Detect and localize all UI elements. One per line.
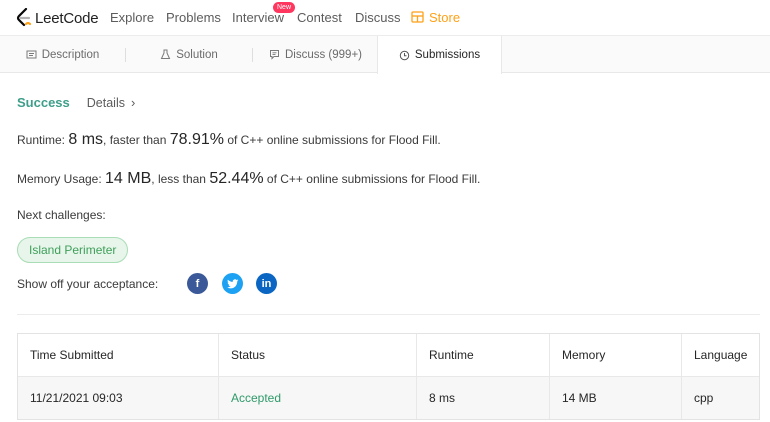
problem-tabs: Description Solution Discuss (999+) Subm… [0, 36, 770, 74]
linkedin-icon[interactable]: in [256, 273, 277, 294]
tab-discuss[interactable]: Discuss (999+) [253, 36, 378, 73]
status-success: Success [17, 95, 70, 110]
header-runtime[interactable]: Runtime [417, 334, 550, 376]
cell-status-link[interactable]: Accepted [219, 377, 417, 419]
flask-icon [160, 49, 171, 59]
memory-value: 14 MB [105, 170, 152, 187]
tab-description[interactable]: Description [0, 36, 125, 73]
result-header: Success Details › [17, 95, 135, 110]
table-row: 11/21/2021 09:03 Accepted 8 ms 14 MB cpp [18, 377, 759, 419]
tab-description-label: Description [41, 48, 100, 61]
tab-submissions-label: Submissions [414, 49, 481, 61]
store-icon [411, 11, 424, 23]
runtime-label: Runtime: [17, 133, 69, 147]
cell-runtime: 8 ms [417, 377, 550, 419]
memory-less-text: , less than [151, 172, 210, 186]
next-challenge-tag[interactable]: Island Perimeter [17, 237, 129, 263]
runtime-percentile: 78.91% [169, 131, 224, 148]
share-label: Show off your acceptance: [17, 277, 159, 291]
details-link[interactable]: Details [87, 96, 125, 110]
nav-explore[interactable]: Explore [110, 10, 154, 25]
facebook-icon[interactable]: f [187, 273, 208, 294]
header-status[interactable]: Status [219, 334, 417, 376]
table-header-row: Time Submitted Status Runtime Memory Lan… [18, 334, 759, 377]
new-badge: New [273, 2, 296, 13]
cell-memory: 14 MB [550, 377, 682, 419]
comment-icon [269, 50, 279, 60]
clock-icon [399, 50, 410, 60]
runtime-line: Runtime: 8 ms, faster than 78.91% of C++… [17, 131, 441, 149]
leetcode-logo-icon [16, 8, 32, 27]
cell-time-submitted: 11/21/2021 09:03 [18, 377, 219, 419]
tab-submissions[interactable]: Submissions [377, 36, 502, 74]
tab-discuss-label: Discuss (999+) [284, 48, 362, 61]
description-icon [26, 50, 37, 59]
tab-solution[interactable]: Solution [126, 36, 252, 73]
memory-label: Memory Usage: [17, 172, 106, 186]
nav-contest[interactable]: Contest [297, 10, 342, 25]
next-challenges-label: Next challenges: [17, 208, 106, 222]
runtime-value: 8 ms [68, 131, 104, 148]
logo[interactable]: LeetCode [16, 7, 99, 29]
memory-percentile: 52.44% [209, 170, 264, 187]
header-language[interactable]: Language [682, 334, 759, 376]
header-time-submitted[interactable]: Time Submitted [18, 334, 219, 376]
memory-suffix: of C++ online submissions for Flood Fill… [263, 172, 481, 186]
twitter-bird-glyph [226, 278, 238, 288]
memory-line: Memory Usage: 14 MB, less than 52.44% of… [17, 170, 480, 188]
logo-text: LeetCode [35, 9, 99, 27]
header-memory[interactable]: Memory [550, 334, 682, 376]
tab-solution-label: Solution [176, 48, 218, 61]
runtime-faster-text: , faster than [103, 133, 170, 147]
nav-problems[interactable]: Problems [166, 10, 221, 25]
top-navbar: LeetCode Explore Problems Interview New … [0, 0, 770, 36]
twitter-icon[interactable] [222, 273, 243, 294]
chevron-right-icon[interactable]: › [131, 95, 135, 110]
submissions-table: Time Submitted Status Runtime Memory Lan… [17, 333, 760, 420]
nav-store[interactable]: Store [429, 10, 460, 25]
nav-discuss[interactable]: Discuss [355, 10, 401, 25]
runtime-suffix: of C++ online submissions for Flood Fill… [224, 133, 441, 147]
cell-language: cpp [694, 391, 714, 405]
divider [17, 314, 760, 315]
